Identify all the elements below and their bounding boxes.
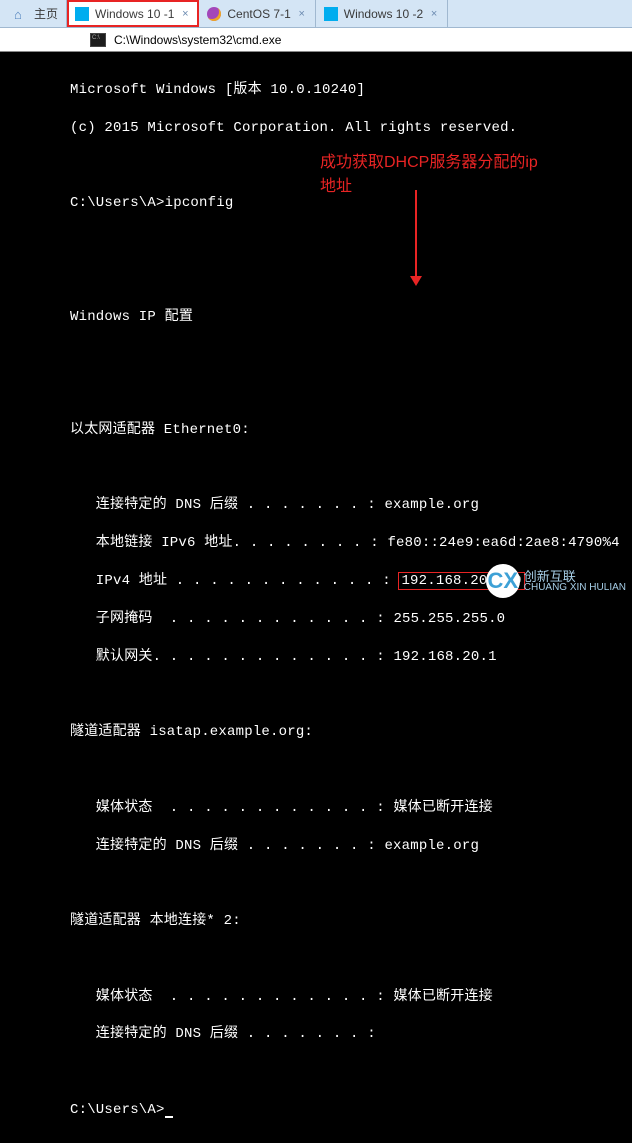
- tab-windows10-1[interactable]: Windows 10 -1 ×: [67, 0, 199, 27]
- out-line: 连接特定的 DNS 后缀 . . . . . . . :: [70, 1025, 628, 1044]
- out-line: 媒体状态 . . . . . . . . . . . . : 媒体已断开连接: [70, 799, 628, 818]
- out-line: 连接特定的 DNS 后缀 . . . . . . . : example.org: [70, 837, 628, 856]
- out-line: 本地链接 IPv6 地址. . . . . . . . : fe80::24e9…: [70, 534, 628, 553]
- annotation-text: 成功获取DHCP服务器分配的ip地址: [320, 148, 550, 196]
- close-icon[interactable]: ×: [429, 9, 439, 19]
- out-line: [70, 383, 628, 402]
- out-line: C:\Users\A>ipconfig: [70, 194, 628, 213]
- out-line: [70, 1063, 628, 1082]
- cursor: [165, 1116, 173, 1118]
- prompt-line: C:\Users\A>: [70, 1101, 628, 1120]
- out-line: [70, 232, 628, 251]
- close-icon[interactable]: ×: [297, 9, 307, 19]
- tab-label: CentOS 7-1: [227, 7, 290, 21]
- out-line: [70, 459, 628, 478]
- windows-icon: [324, 7, 338, 21]
- tab-label: Windows 10 -2: [344, 7, 423, 21]
- tab-home[interactable]: 主页: [6, 0, 67, 27]
- tab-label: Windows 10 -1: [95, 7, 174, 21]
- out-line: Windows IP 配置: [70, 308, 628, 327]
- tab-bar: 主页 Windows 10 -1 × CentOS 7-1 × Windows …: [0, 0, 632, 28]
- centos-icon: [207, 7, 221, 21]
- out-line: 媒体状态 . . . . . . . . . . . . : 媒体已断开连接: [70, 988, 628, 1007]
- annotation-arrow: [415, 190, 417, 278]
- out-line: 以太网适配器 Ethernet0:: [70, 421, 628, 440]
- windows-icon: [75, 7, 89, 21]
- out-line: (c) 2015 Microsoft Corporation. All righ…: [70, 119, 628, 138]
- out-line: 默认网关. . . . . . . . . . . . . : 192.168.…: [70, 648, 628, 667]
- out-line: [70, 270, 628, 289]
- out-line: [70, 874, 628, 893]
- out-line: [70, 685, 628, 704]
- tab-windows10-2[interactable]: Windows 10 -2 ×: [316, 0, 448, 27]
- watermark-logo-icon: CX: [486, 564, 520, 598]
- cmd-title-bar: C:\Windows\system32\cmd.exe: [0, 28, 632, 52]
- out-line: 子网掩码 . . . . . . . . . . . . : 255.255.2…: [70, 610, 628, 629]
- out-line: [70, 761, 628, 780]
- out-line: 连接特定的 DNS 后缀 . . . . . . . : example.org: [70, 496, 628, 515]
- tab-label: 主页: [34, 5, 58, 22]
- watermark: CX 创新互联 CHUANG XIN HULIAN: [486, 564, 626, 598]
- out-line: [70, 345, 628, 364]
- cmd-icon: [90, 33, 106, 47]
- out-line: 隧道适配器 本地连接* 2:: [70, 912, 628, 931]
- home-icon: [14, 7, 28, 21]
- out-line: 隧道适配器 isatap.example.org:: [70, 723, 628, 742]
- watermark-main: 创新互联: [524, 570, 626, 583]
- tab-centos7-1[interactable]: CentOS 7-1 ×: [199, 0, 315, 27]
- out-line: [70, 950, 628, 969]
- out-line: Microsoft Windows [版本 10.0.10240]: [70, 81, 628, 100]
- cmd-title-path: C:\Windows\system32\cmd.exe: [114, 33, 281, 47]
- close-icon[interactable]: ×: [180, 9, 190, 19]
- watermark-sub: CHUANG XIN HULIAN: [524, 583, 626, 593]
